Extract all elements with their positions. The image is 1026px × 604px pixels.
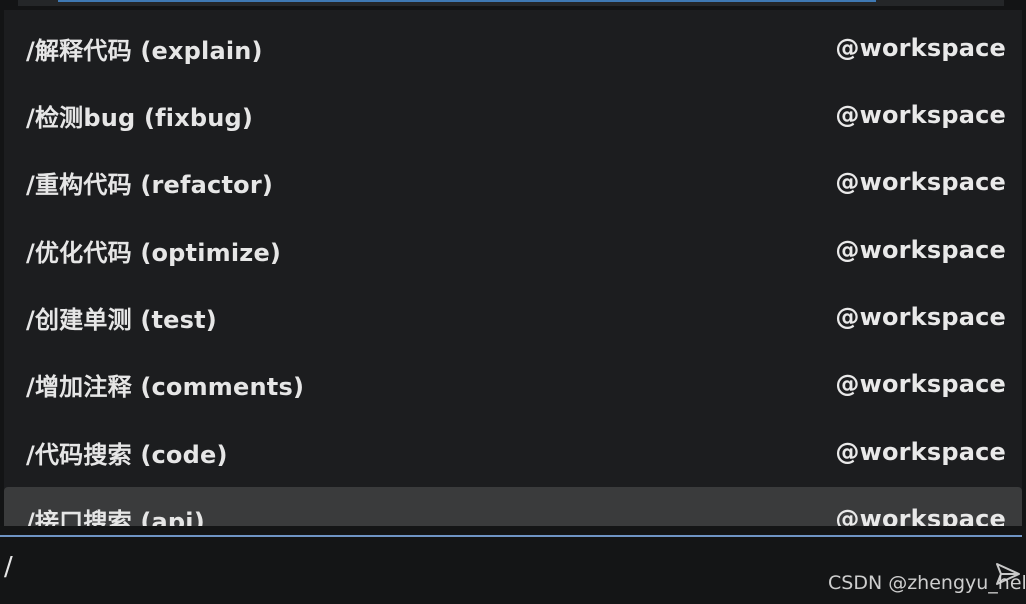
command-label: /优化代码 (optimize) [26,238,282,267]
chat-panel: /解释代码 (explain) @workspace /检测bug (fixbu… [0,0,1026,604]
command-scope: @workspace [835,303,1006,331]
command-label: /创建单测 (test) [26,305,217,334]
command-item-explain[interactable]: /解释代码 (explain) @workspace [4,16,1022,80]
command-scope: @workspace [835,101,1006,129]
command-item-code[interactable]: /代码搜索 (code) @workspace [4,420,1022,484]
command-item-test[interactable]: /创建单测 (test) @workspace [4,285,1022,349]
command-item-api[interactable]: /接口搜索 (api) @workspace [4,487,1022,526]
watermark: CSDN @zhengyu_hello [828,572,1026,594]
command-label: /检测bug (fixbug) [26,103,254,132]
command-scope: @workspace [835,236,1006,264]
command-item-comments[interactable]: /增加注释 (comments) @workspace [4,352,1022,416]
command-scope: @workspace [835,34,1006,62]
command-label: /解释代码 (explain) [26,36,263,65]
command-label: /增加注释 (comments) [26,372,305,401]
command-scope: @workspace [835,168,1006,196]
slash-command-menu: /解释代码 (explain) @workspace /检测bug (fixbu… [4,10,1022,526]
command-scope: @workspace [835,505,1006,526]
command-item-fixbug[interactable]: /检测bug (fixbug) @workspace [4,83,1022,147]
command-item-refactor[interactable]: /重构代码 (refactor) @workspace [4,150,1022,214]
input-focus-border [0,535,1022,537]
command-item-optimize[interactable]: /优化代码 (optimize) @workspace [4,218,1022,282]
chat-input[interactable]: / [4,552,13,582]
command-label: /接口搜索 (api) [26,507,205,527]
accent-bar [58,0,876,2]
command-label: /代码搜索 (code) [26,440,228,469]
command-scope: @workspace [835,370,1006,398]
command-label: /重构代码 (refactor) [26,170,274,199]
command-scope: @workspace [835,438,1006,466]
